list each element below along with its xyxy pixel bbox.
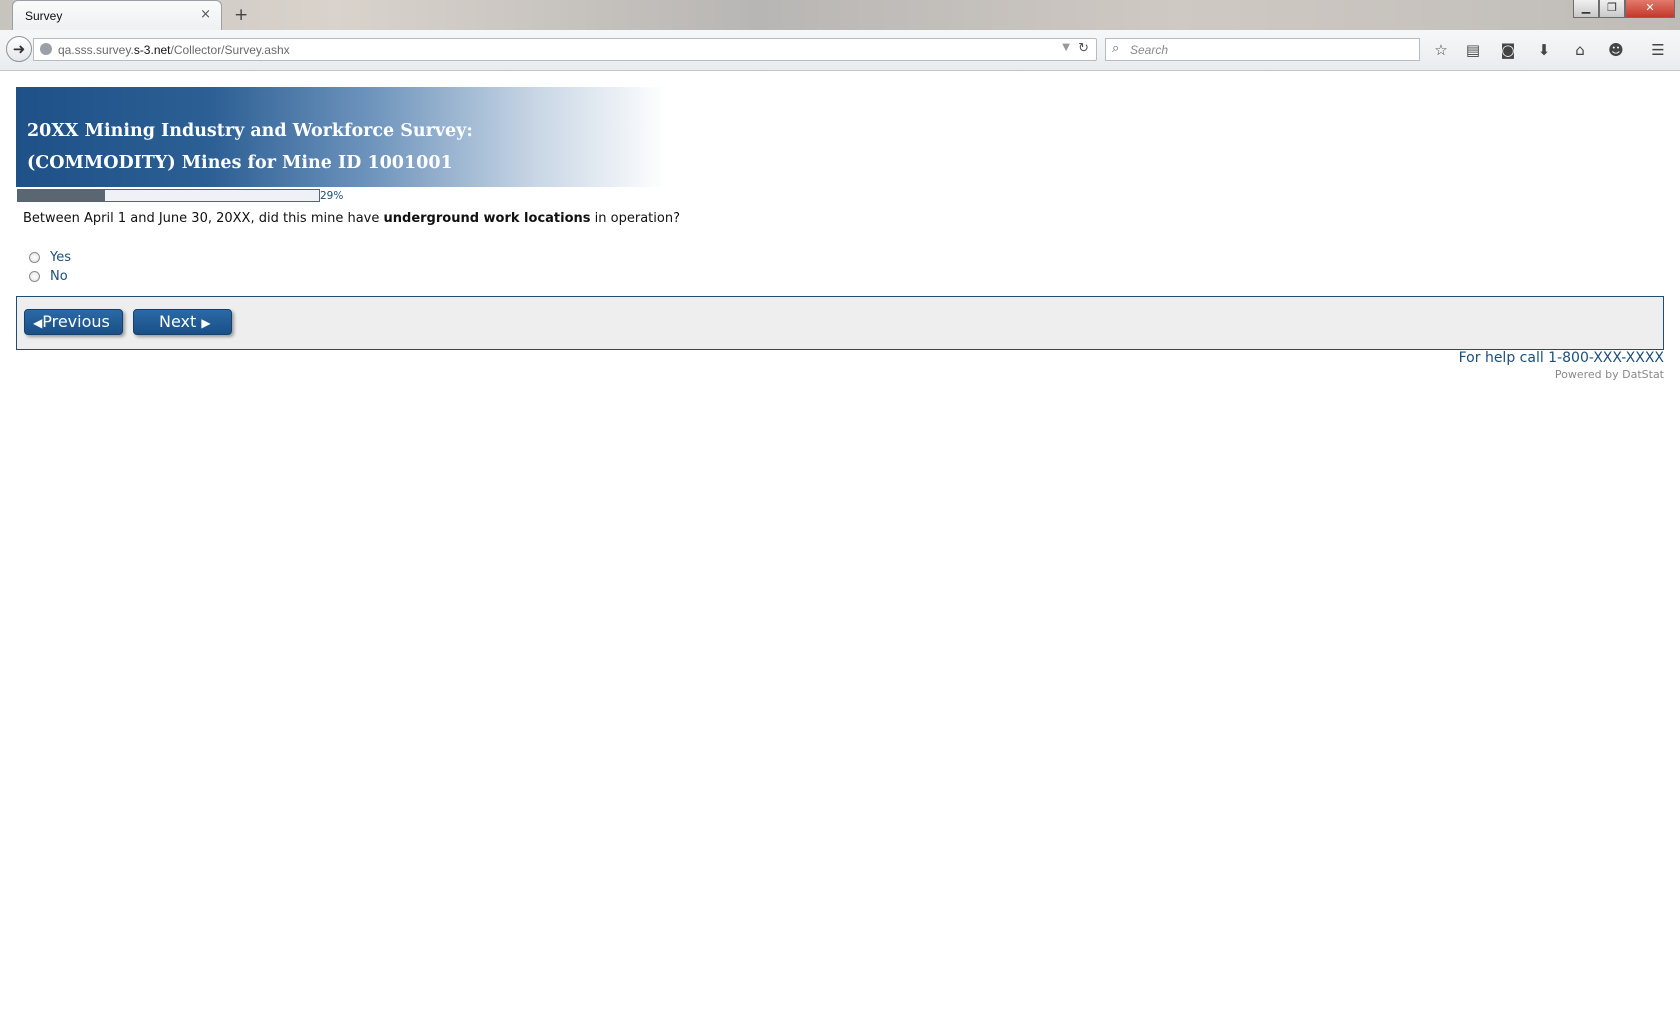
tab-close-icon[interactable]: × (200, 7, 211, 22)
reading-list-icon[interactable]: ▤ (1462, 39, 1484, 61)
radio-no[interactable] (29, 271, 40, 282)
window-minimize-button[interactable]: ▁ (1573, 0, 1599, 18)
address-url: qa.sss.survey.s-3.net/Collector/Survey.a… (58, 43, 290, 57)
window-close-button[interactable]: ✕ (1625, 0, 1675, 18)
window-restore-button[interactable]: ❐ (1599, 0, 1625, 18)
address-bar[interactable]: qa.sss.survey.s-3.net/Collector/Survey.a… (33, 38, 1097, 61)
survey-title-line-1: 20XX Mining Industry and Workforce Surve… (27, 121, 473, 141)
chat-icon[interactable]: ☻ (1605, 39, 1627, 61)
option-no-label[interactable]: No (50, 269, 68, 284)
site-identity-icon[interactable] (40, 43, 52, 55)
new-tab-button[interactable]: + (234, 5, 248, 25)
previous-button[interactable]: ◀Previous (24, 309, 123, 335)
home-icon[interactable]: ⌂ (1569, 39, 1591, 61)
search-icon: ⌕ (1112, 41, 1120, 56)
navigation-panel: ◀Previous Next ▶ (16, 296, 1664, 350)
survey-title-line-2: (COMMODITY) Mines for Mine ID 1001001 (27, 153, 453, 173)
browser-navbar: ➜ qa.sss.survey.s-3.net/Collector/Survey… (0, 30, 1680, 71)
search-input[interactable]: ⌕ Search (1105, 38, 1420, 61)
progress-label: 29% (320, 190, 344, 202)
question-text: Between April 1 and June 30, 20XX, did t… (23, 211, 680, 226)
history-dropdown-icon[interactable]: ▼ (1062, 42, 1070, 53)
browser-titlebar: Survey × + ▁ ❐ ✕ (0, 0, 1680, 30)
option-yes-label[interactable]: Yes (50, 250, 71, 265)
browser-tab-survey[interactable]: Survey × (12, 0, 222, 30)
bookmark-star-icon[interactable]: ☆ (1430, 39, 1452, 61)
question-emphasis: underground work locations (383, 211, 591, 226)
search-placeholder: Search (1130, 43, 1169, 57)
powered-by-text: Powered by DatStat (1554, 368, 1664, 381)
arrow-left-icon: ◀ (33, 316, 43, 330)
back-icon: ➜ (12, 40, 26, 58)
progress-bar (17, 189, 320, 202)
pocket-icon[interactable]: ◙ (1497, 39, 1519, 61)
radio-yes[interactable] (29, 252, 40, 263)
menu-icon[interactable]: ☰ (1647, 39, 1669, 61)
progress-bar-fill (18, 190, 106, 201)
next-button[interactable]: Next ▶ (133, 309, 232, 335)
tab-title: Survey (25, 9, 63, 23)
arrow-right-icon: ▶ (201, 316, 211, 330)
survey-header-banner: 20XX Mining Industry and Workforce Surve… (16, 87, 666, 187)
reload-icon[interactable]: ↻ (1078, 41, 1089, 56)
download-icon[interactable]: ⬇ (1533, 39, 1555, 61)
help-phone-text: For help call 1-800-XXX-XXXX (1458, 350, 1664, 366)
back-button[interactable]: ➜ (6, 36, 32, 62)
